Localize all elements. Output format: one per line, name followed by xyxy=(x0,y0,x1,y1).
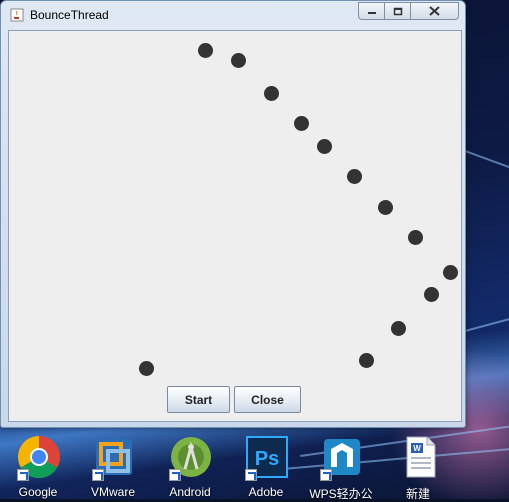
close-button[interactable]: Close xyxy=(234,386,301,413)
ball xyxy=(264,86,279,101)
close-icon xyxy=(429,6,440,16)
content-pane: Start Close xyxy=(8,30,462,422)
maximize-button[interactable] xyxy=(385,2,411,20)
shortcut-arrow-icon xyxy=(245,469,257,481)
desktop-icon-vmware[interactable]: VMware xyxy=(78,433,148,499)
ball xyxy=(139,361,154,376)
wallpaper-streak xyxy=(464,150,509,173)
minimize-icon xyxy=(367,12,376,14)
maximize-icon xyxy=(393,7,402,15)
ball xyxy=(294,116,309,131)
desktop-icon-label: VMware xyxy=(90,485,135,499)
desktop-icon-android[interactable]: Android xyxy=(155,433,225,499)
shortcut-arrow-icon xyxy=(320,469,332,481)
desktop-icon-label: Google xyxy=(18,485,58,499)
desktop-icon-label: Adobe xyxy=(248,485,284,499)
ball xyxy=(443,265,458,280)
desktop-icon-new-doc[interactable]: W 新建 xyxy=(383,433,453,501)
desktop-icon-wps[interactable]: WPS轻办公 xyxy=(306,433,376,501)
shortcut-arrow-icon xyxy=(17,469,29,481)
wallpaper-streak xyxy=(464,314,509,332)
window-title: BounceThread xyxy=(30,8,109,22)
ball xyxy=(424,287,439,302)
java-cup-icon xyxy=(10,8,24,22)
document-icon: W xyxy=(406,436,436,478)
desktop-icon-label: Android xyxy=(169,485,211,499)
desktop-icon-google[interactable]: Google xyxy=(3,433,73,499)
shortcut-arrow-icon xyxy=(92,469,104,481)
svg-text:Ps: Ps xyxy=(255,448,279,470)
minimize-button[interactable] xyxy=(358,2,385,20)
ball-canvas xyxy=(9,31,461,381)
close-window-button[interactable] xyxy=(411,2,459,20)
desktop-icon-adobe[interactable]: Ps Adobe xyxy=(231,433,301,499)
shortcut-arrow-icon xyxy=(169,469,181,481)
svg-text:W: W xyxy=(413,444,421,453)
ball xyxy=(317,139,332,154)
ball xyxy=(231,53,246,68)
ball xyxy=(391,321,406,336)
ball xyxy=(359,353,374,368)
desktop-icon-label: 新建 xyxy=(405,487,430,501)
start-button[interactable]: Start xyxy=(167,386,230,413)
bounce-thread-window: BounceThread Start Close xyxy=(0,0,466,428)
ball xyxy=(198,43,213,58)
title-bar[interactable]: BounceThread xyxy=(1,1,465,29)
ball xyxy=(408,230,423,245)
ball xyxy=(347,169,362,184)
desktop-icon-label: WPS轻办公 xyxy=(309,487,373,501)
ball xyxy=(378,200,393,215)
